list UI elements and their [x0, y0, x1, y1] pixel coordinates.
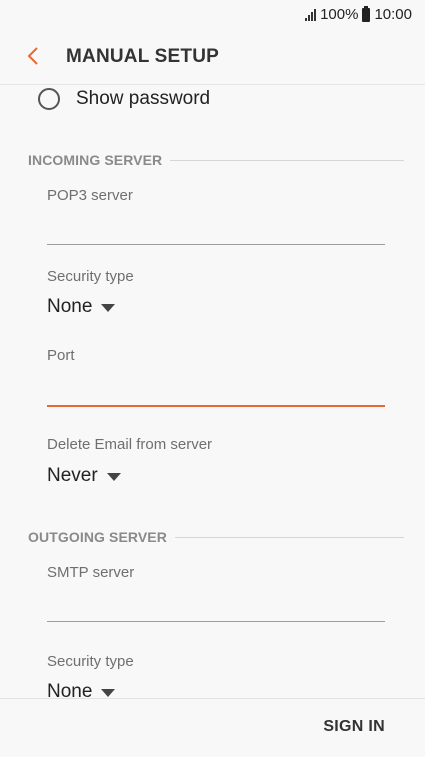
caret-down-icon	[101, 304, 116, 312]
caret-down-icon	[106, 473, 121, 481]
app-bar: MANUAL SETUP	[0, 30, 425, 85]
status-bar: 100% 10:00	[0, 0, 425, 30]
battery-percent: 100%	[320, 6, 359, 23]
delete-email-dropdown[interactable]: Never	[47, 465, 121, 487]
port-input[interactable]	[47, 379, 385, 407]
chevron-left-icon	[27, 47, 38, 65]
incoming-server-title: INCOMING SERVER	[28, 152, 163, 168]
delete-email-label: Delete Email from server	[47, 436, 213, 453]
battery-icon	[362, 5, 371, 22]
incoming-server-header: INCOMING SERVER	[28, 152, 404, 168]
back-button[interactable]	[22, 44, 46, 68]
section-divider	[174, 536, 404, 538]
smtp-server-input[interactable]	[47, 595, 385, 622]
incoming-security-dropdown[interactable]: None	[47, 296, 116, 318]
show-password-radio[interactable]	[38, 88, 60, 110]
incoming-security-value: None	[47, 296, 93, 317]
outgoing-security-dropdown[interactable]: None	[47, 681, 116, 698]
show-password-toggle[interactable]: Show password	[38, 88, 210, 110]
incoming-security-label: Security type	[47, 268, 134, 285]
smtp-server-label: SMTP server	[47, 564, 135, 581]
section-divider	[170, 159, 404, 161]
settings-form[interactable]: Show password INCOMING SERVER POP3 serve…	[0, 84, 425, 698]
signal-icon	[305, 8, 317, 21]
pop3-server-input[interactable]	[47, 218, 385, 245]
delete-email-value: Never	[47, 465, 98, 486]
outgoing-server-title: OUTGOING SERVER	[28, 529, 167, 545]
outgoing-security-label: Security type	[47, 653, 134, 670]
bottom-bar: SIGN IN	[0, 698, 425, 757]
sign-in-button[interactable]: SIGN IN	[323, 718, 385, 736]
outgoing-security-value: None	[47, 681, 93, 698]
pop3-server-label: POP3 server	[47, 187, 133, 204]
outgoing-server-header: OUTGOING SERVER	[28, 529, 404, 545]
page-title: MANUAL SETUP	[66, 46, 219, 67]
show-password-label: Show password	[76, 88, 211, 109]
caret-down-icon	[101, 689, 116, 697]
clock: 10:00	[374, 6, 412, 23]
port-label: Port	[47, 347, 75, 364]
status-indicators: 100% 10:00	[305, 5, 412, 23]
